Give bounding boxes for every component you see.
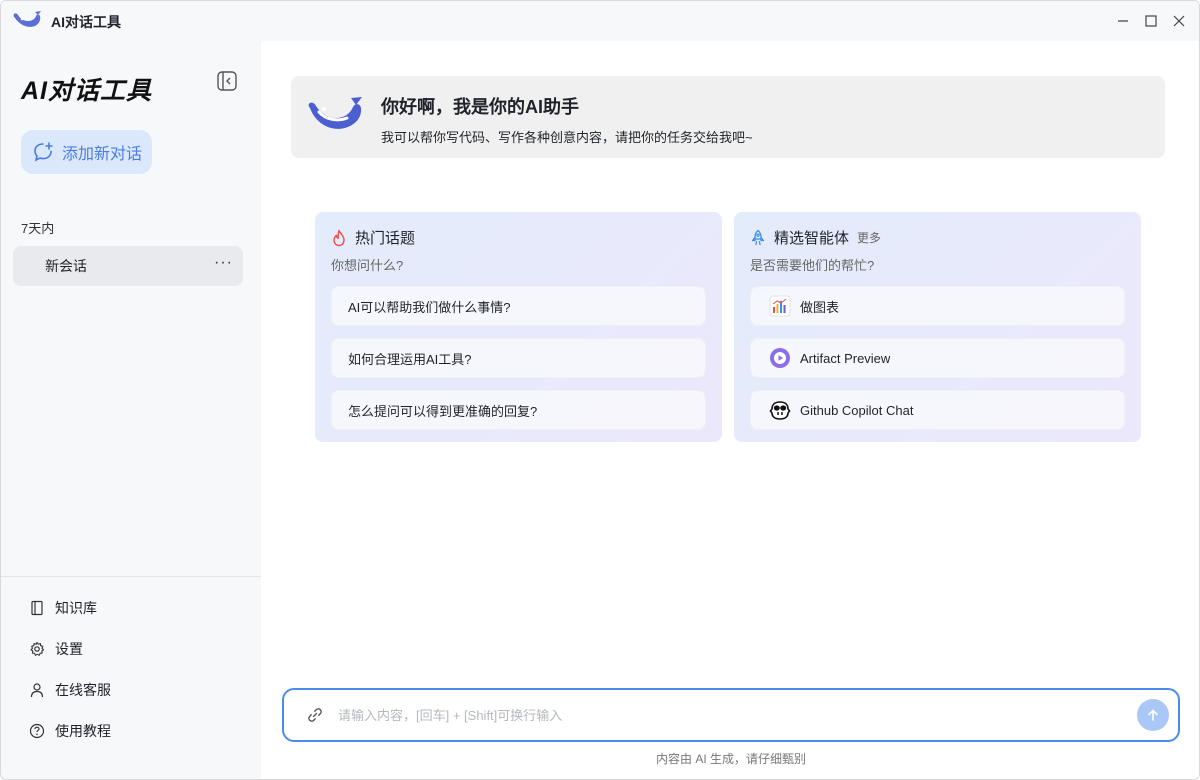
hot-topics-header: 热门话题 xyxy=(331,227,415,248)
topic-item-label: 怎么提问可以得到更准确的回复? xyxy=(348,403,538,419)
sidebar-link-label: 在线客服 xyxy=(55,682,111,698)
agent-item-label: 做图表 xyxy=(800,299,840,315)
conversation-item[interactable]: 新会话 ··· xyxy=(13,246,243,286)
sidebar-link-knowledge-base[interactable]: 知识库 xyxy=(29,596,97,620)
flame-icon xyxy=(333,229,345,246)
window-title: AI对话工具 xyxy=(51,14,121,30)
history-section-label: 7天内 xyxy=(21,221,55,236)
new-chat-icon xyxy=(34,142,53,162)
welcome-subtitle: 我可以帮你写代码、写作各种创意内容，请把你的任务交给我吧~ xyxy=(381,130,753,145)
ai-disclaimer: 内容由 AI 生成，请仔细甄别 xyxy=(655,752,806,766)
minimize-icon xyxy=(1118,20,1128,22)
featured-agents-card: 精选智能体 更多 是否需要他们的帮忙? 做图表 Artifact Preview… xyxy=(734,212,1141,442)
sidebar-link-label: 使用教程 xyxy=(55,723,111,739)
conversation-label: 新会话 xyxy=(45,258,87,274)
book-icon xyxy=(31,600,43,616)
sidebar-divider xyxy=(1,576,261,577)
whale-mascot-icon xyxy=(308,97,362,129)
agent-item-label: Artifact Preview xyxy=(800,350,891,366)
whale-logo-icon xyxy=(13,11,41,27)
agents-subtitle: 是否需要他们的帮忙? xyxy=(750,258,875,273)
user-icon xyxy=(30,683,44,698)
sidebar-link-label: 知识库 xyxy=(55,600,97,616)
close-icon xyxy=(1173,15,1185,27)
sidebar-link-label: 设置 xyxy=(55,641,83,657)
agent-item-github-copilot[interactable]: Github Copilot Chat xyxy=(750,390,1125,430)
agent-item-artifact-preview[interactable]: Artifact Preview xyxy=(750,338,1125,378)
maximize-button[interactable] xyxy=(1141,11,1161,31)
agent-item-label: Github Copilot Chat xyxy=(800,402,914,418)
agents-header: 精选智能体 更多 xyxy=(750,227,881,248)
sidebar-brand: AI对话工具 xyxy=(21,77,153,105)
play-icon xyxy=(769,347,791,369)
hot-topics-title: 热门话题 xyxy=(355,230,416,247)
minimize-button[interactable] xyxy=(1113,11,1133,31)
main-panel: 你好啊，我是你的AI助手 我可以帮你写代码、写作各种创意内容，请把你的任务交给我… xyxy=(261,41,1199,779)
close-button[interactable] xyxy=(1169,11,1189,31)
app-window: AI对话工具 AI对话工具 添加新对话 7天内 新会话 ··· 知识库 设置 在… xyxy=(0,0,1200,780)
add-new-chat-label: 添加新对话 xyxy=(62,146,143,163)
welcome-title: 你好啊，我是你的AI助手 xyxy=(381,97,579,117)
hot-topics-card: 热门话题 你想问什么? AI可以帮助我们做什么事情? 如何合理运用AI工具? 怎… xyxy=(315,212,722,442)
rocket-icon xyxy=(751,229,765,245)
arrow-up-icon xyxy=(1148,709,1158,721)
welcome-banner: 你好啊，我是你的AI助手 我可以帮你写代码、写作各种创意内容，请把你的任务交给我… xyxy=(291,76,1165,158)
chat-input[interactable] xyxy=(338,702,1118,728)
add-new-chat-button[interactable]: 添加新对话 xyxy=(21,130,152,174)
agents-more-link[interactable]: 更多 xyxy=(857,229,881,246)
chart-icon xyxy=(769,295,791,317)
hot-topics-subtitle: 你想问什么? xyxy=(331,258,404,273)
topic-item-label: 如何合理运用AI工具? xyxy=(348,351,472,367)
topic-item-label: AI可以帮助我们做什么事情? xyxy=(348,299,511,315)
copilot-icon xyxy=(769,399,791,421)
agents-title: 精选智能体 xyxy=(774,230,850,247)
more-options-icon[interactable]: ··· xyxy=(214,254,233,272)
agent-item-chart[interactable]: 做图表 xyxy=(750,286,1125,326)
maximize-icon xyxy=(1145,15,1157,27)
title-bar: AI对话工具 xyxy=(1,1,1199,41)
attach-link-icon[interactable] xyxy=(306,706,324,724)
sidebar-link-tutorial[interactable]: 使用教程 xyxy=(29,719,111,743)
topic-item[interactable]: AI可以帮助我们做什么事情? xyxy=(331,286,706,326)
send-button[interactable] xyxy=(1137,699,1169,731)
topic-item[interactable]: 怎么提问可以得到更准确的回复? xyxy=(331,390,706,430)
collapse-sidebar-icon[interactable] xyxy=(216,70,238,92)
gear-icon xyxy=(30,641,45,656)
chat-input-box xyxy=(282,688,1180,742)
sidebar-link-settings[interactable]: 设置 xyxy=(29,637,83,661)
sidebar: AI对话工具 添加新对话 7天内 新会话 ··· 知识库 设置 在线客服 使用教… xyxy=(1,41,261,779)
topic-item[interactable]: 如何合理运用AI工具? xyxy=(331,338,706,378)
help-icon xyxy=(29,723,45,739)
sidebar-link-online-support[interactable]: 在线客服 xyxy=(29,678,111,702)
